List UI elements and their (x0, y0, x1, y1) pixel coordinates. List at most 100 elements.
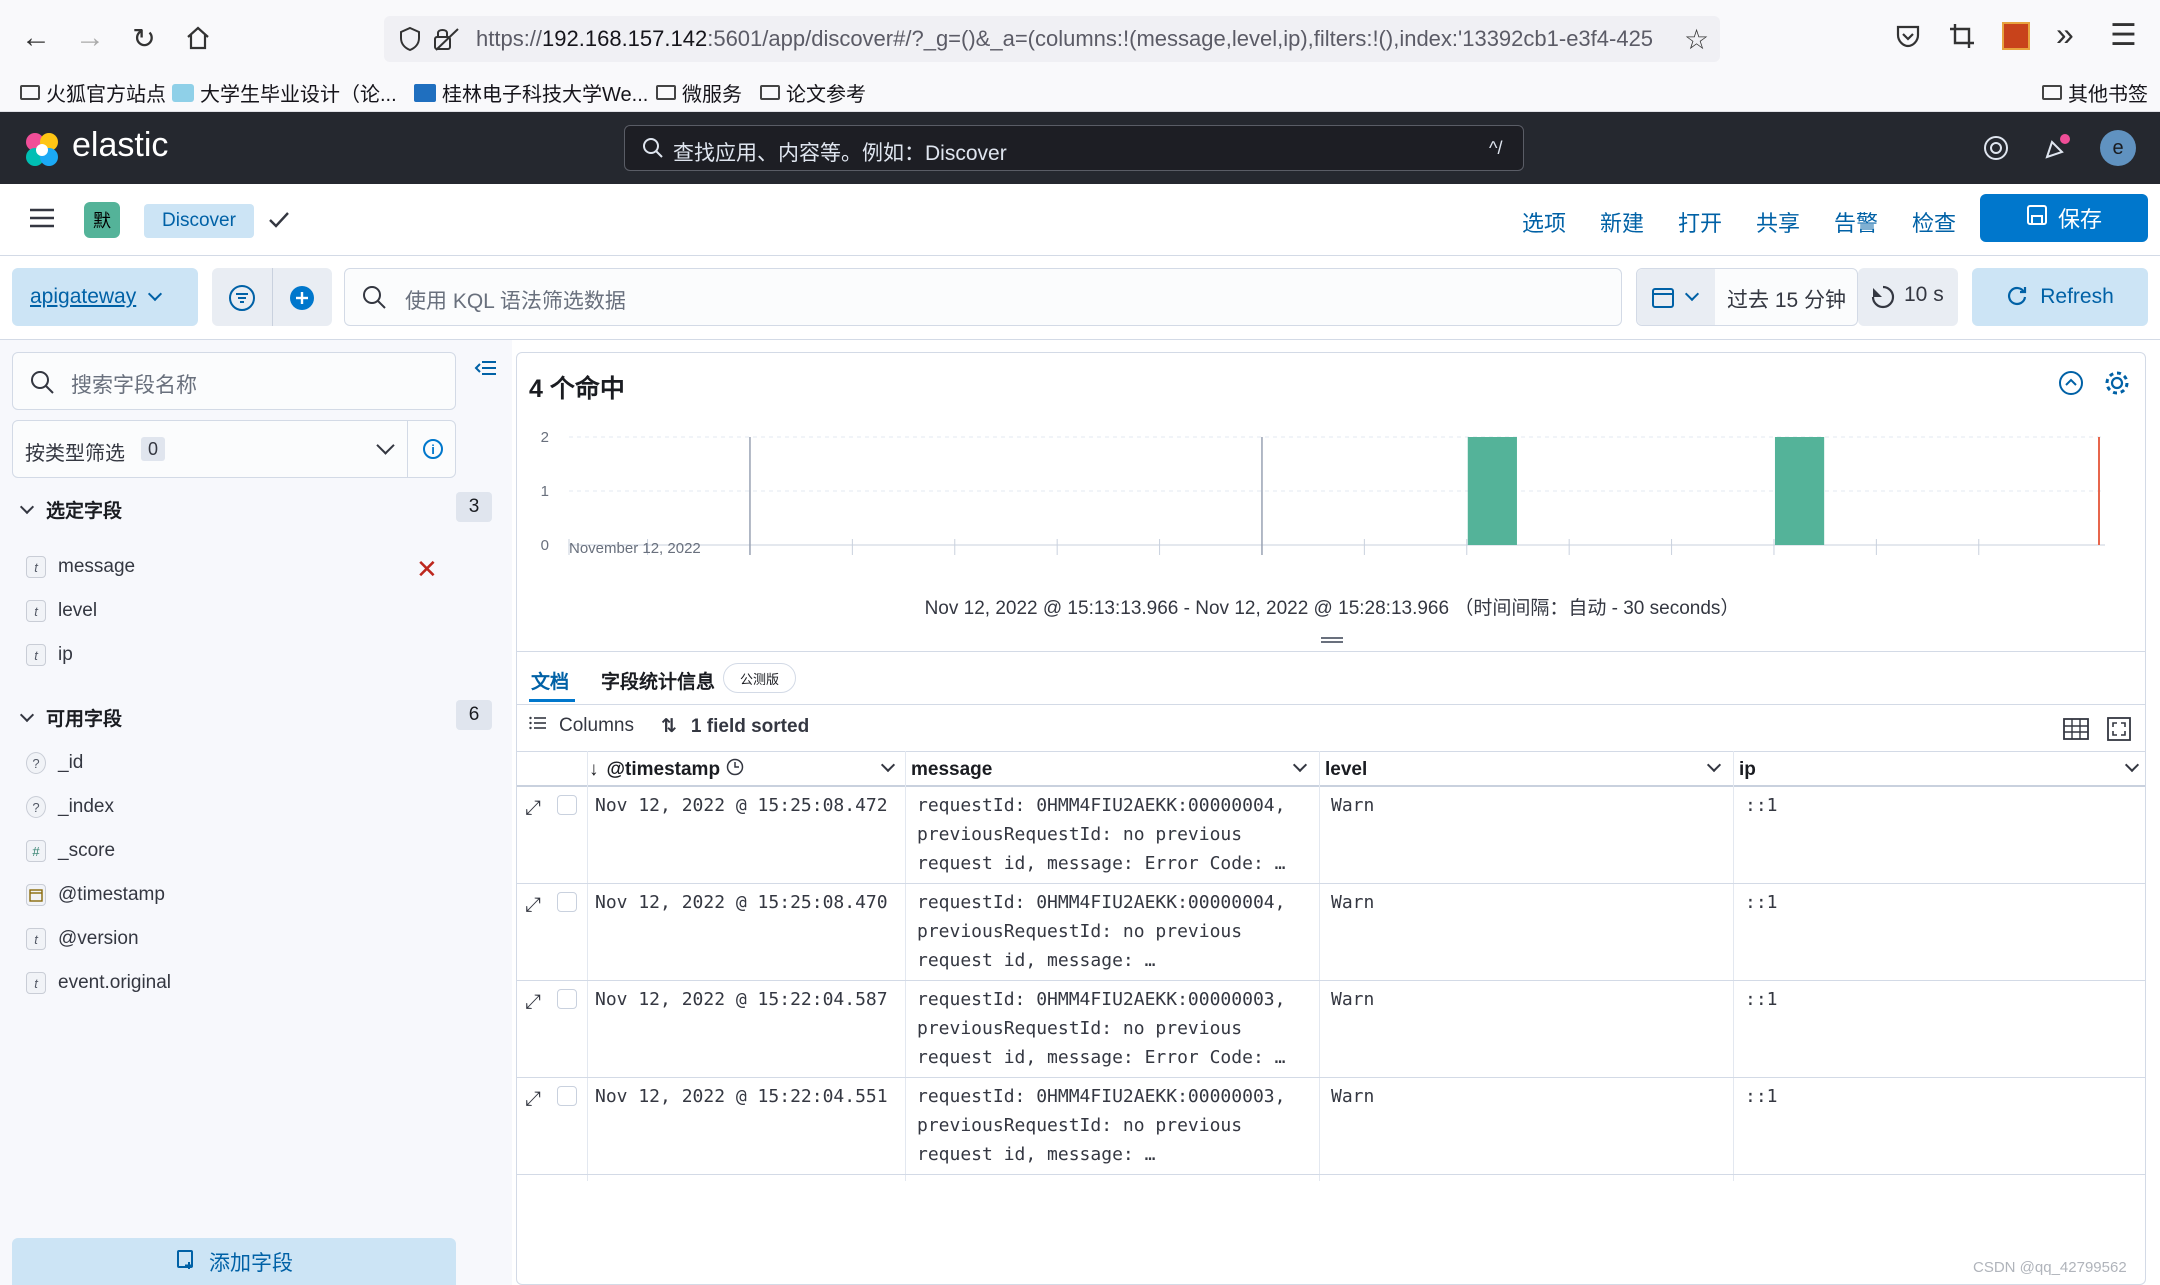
expand-row-icon[interactable]: ⤢ (525, 991, 541, 1014)
help-icon[interactable] (1982, 134, 2010, 167)
selected-field-level[interactable]: t level (26, 596, 97, 626)
save-button[interactable]: 保存 (1980, 194, 2148, 242)
bookmark-item[interactable]: 论文参考 (760, 78, 866, 107)
column-header-ip[interactable]: ip (1739, 752, 1756, 788)
bookmark-item[interactable]: 桂林电子科技大学We... (414, 78, 648, 107)
back-arrow-icon[interactable]: ← (18, 20, 54, 56)
time-picker[interactable]: 过去 15 分钟 (1636, 268, 1858, 326)
selected-field-ip[interactable]: t ip (26, 640, 73, 670)
crop-icon[interactable] (1948, 22, 1976, 55)
y-tick-label: 0 (541, 537, 549, 554)
tab-field-statistics[interactable]: 字段统计信息 (601, 667, 715, 694)
available-field-timestamp[interactable]: @timestamp (26, 880, 165, 910)
beta-badge: 公测版 (723, 663, 797, 693)
available-fields-toggle[interactable]: 可用字段 (19, 704, 122, 731)
expand-row-icon[interactable]: ⤢ (525, 894, 541, 917)
menu-inspect[interactable]: 检查 (1912, 206, 1956, 238)
type-filter-dropdown[interactable]: 按类型筛选 0 i (12, 420, 456, 478)
available-field-event-original[interactable]: t event.original (26, 968, 171, 998)
bookmark-star-icon[interactable]: ☆ (1684, 23, 1709, 56)
url-text[interactable]: https://192.168.157.142:5601/app/discove… (476, 26, 1656, 52)
chevron-down-icon[interactable] (1706, 757, 1722, 773)
available-field-index[interactable]: ? _index (26, 792, 114, 822)
other-bookmarks[interactable]: 其他书签 (2042, 78, 2148, 107)
reload-icon[interactable]: ↻ (126, 20, 162, 56)
chart-options-icon[interactable] (2057, 369, 2085, 402)
data-view-picker[interactable]: apigateway (12, 268, 198, 326)
add-filter-icon[interactable] (288, 284, 316, 317)
active-tab-indicator (529, 699, 575, 702)
add-field-button[interactable]: 添加字段 (12, 1238, 456, 1285)
news-feed-icon[interactable] (2042, 132, 2072, 167)
shield-icon[interactable] (398, 26, 422, 57)
chevron-down-icon[interactable] (880, 757, 896, 773)
kql-query-input[interactable]: 使用 KQL 语法筛选数据 (344, 268, 1622, 326)
x-tick-label: 15:18 (1060, 554, 1098, 555)
tab-documents[interactable]: 文档 (531, 667, 569, 694)
column-header-message[interactable]: message (911, 752, 992, 788)
collapse-sidebar-icon[interactable] (474, 358, 498, 383)
gear-icon[interactable] (2103, 369, 2131, 402)
insecure-lock-icon[interactable] (432, 26, 460, 57)
elastic-logo-icon[interactable] (22, 130, 62, 170)
elastic-logo-text[interactable]: elastic (72, 126, 168, 165)
resize-handle[interactable] (1321, 637, 1343, 643)
row-select-checkbox[interactable] (557, 892, 577, 912)
user-avatar[interactable]: e (2100, 130, 2136, 166)
remove-field-icon[interactable]: ✕ (416, 554, 438, 585)
available-field-score[interactable]: # _score (26, 836, 115, 866)
global-search[interactable]: 查找应用、内容等。例如：Discover ^/ (624, 125, 1524, 171)
type-filter-count: 0 (141, 437, 165, 461)
field-search-input[interactable]: 搜索字段名称 (12, 352, 456, 410)
selected-field-message[interactable]: t message (26, 552, 135, 582)
row-select-checkbox[interactable] (557, 989, 577, 1009)
site-favicon-icon (414, 83, 436, 102)
overflow-chevrons-icon[interactable]: » (2056, 16, 2074, 53)
home-icon[interactable] (180, 20, 216, 56)
available-field-id[interactable]: ? _id (26, 748, 83, 778)
row-select-checkbox[interactable] (557, 1086, 577, 1106)
sort-button[interactable]: ⇅ 1 field sorted (661, 715, 809, 738)
column-header-timestamp[interactable]: ↓ @timestamp (589, 752, 799, 788)
extension-icon[interactable] (2002, 22, 2030, 50)
menu-share[interactable]: 共享 (1756, 206, 1800, 238)
space-avatar[interactable]: 默 (84, 202, 120, 238)
browser-menu-icon[interactable]: ☰ (2110, 18, 2137, 53)
available-field-version[interactable]: t @version (26, 924, 139, 954)
query-bar: apigateway 使用 KQL 语法筛选数据 过去 15 分钟 10 s R… (0, 256, 2160, 340)
column-header-level[interactable]: level (1325, 752, 1367, 788)
row-select-checkbox[interactable] (557, 795, 577, 815)
time-range-label[interactable]: 过去 15 分钟 (1727, 284, 1846, 314)
search-shortcut-hint: ^/ (1489, 138, 1503, 158)
refresh-interval[interactable]: 10 s (1858, 268, 1958, 326)
density-icon[interactable] (2063, 717, 2089, 746)
unknown-type-icon: ? (26, 752, 46, 774)
fullscreen-icon[interactable] (2107, 717, 2131, 746)
expand-row-icon[interactable]: ⤢ (525, 797, 541, 820)
chevron-down-icon[interactable] (2124, 757, 2140, 773)
expand-row-icon[interactable]: ⤢ (525, 1088, 541, 1111)
breadcrumb-discover[interactable]: Discover (144, 204, 254, 238)
url-bar[interactable]: https://192.168.157.142:5601/app/discove… (384, 16, 1720, 62)
selected-fields-toggle[interactable]: 选定字段 (19, 496, 122, 523)
cell-timestamp: Nov 12, 2022 @ 15:22:04.587 (595, 989, 888, 1010)
menu-options[interactable]: 选项 (1522, 206, 1566, 238)
refresh-button[interactable]: Refresh (1972, 268, 2148, 326)
menu-alerts[interactable]: 告警 (1834, 206, 1878, 238)
forward-arrow-icon[interactable]: → (72, 20, 108, 56)
hamburger-menu-icon[interactable] (28, 206, 56, 235)
bookmark-item[interactable]: 大学生毕业设计（论... (172, 78, 397, 107)
info-icon[interactable]: i (423, 439, 443, 459)
menu-new[interactable]: 新建 (1600, 206, 1644, 238)
pocket-icon[interactable] (1894, 22, 1922, 55)
menu-open[interactable]: 打开 (1678, 206, 1722, 238)
filter-menu-icon[interactable] (228, 284, 256, 317)
bookmark-item[interactable]: 微服务 (656, 78, 742, 107)
cell-message: requestId: 0HMM4FIU2AEKK:00000003, previ… (917, 989, 1286, 1068)
columns-button[interactable]: Columns (529, 715, 634, 737)
chevron-down-icon[interactable] (1292, 757, 1308, 773)
field-name: @timestamp (58, 884, 165, 905)
quick-select-button[interactable] (1637, 269, 1715, 325)
bookmark-item[interactable]: 火狐官方站点 (20, 78, 166, 107)
cell-message: requestId: 0HMM4FIU2AEKK:00000004, previ… (917, 795, 1286, 874)
